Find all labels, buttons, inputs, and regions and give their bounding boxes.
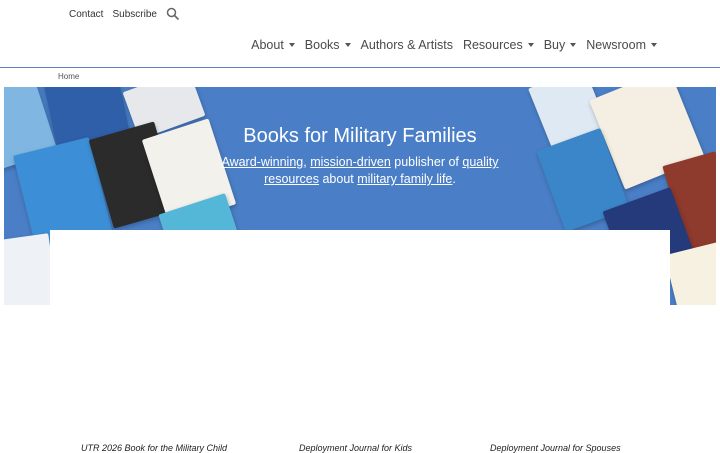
- hero-title: Books for Military Families: [243, 125, 477, 147]
- chevron-down-icon: [527, 43, 534, 47]
- nav-books-label: Books: [304, 38, 340, 52]
- search-icon[interactable]: [166, 7, 180, 21]
- about-text: about: [319, 172, 358, 186]
- hero-subtitle: Award-winning, mission-driven publisher …: [210, 154, 510, 188]
- comma-text: ,: [303, 155, 307, 169]
- award-winning-link[interactable]: Award-winning: [221, 155, 303, 169]
- nav-authors[interactable]: Authors & Artists: [361, 38, 453, 52]
- nav-resources-label: Resources: [462, 38, 523, 52]
- chevron-down-icon: [344, 43, 351, 47]
- chevron-down-icon: [288, 43, 295, 47]
- product-caption[interactable]: Deployment Journal for Kids: [299, 443, 412, 453]
- nav-about[interactable]: About: [251, 38, 295, 52]
- nav-books[interactable]: Books: [305, 38, 351, 52]
- period-text: .: [452, 172, 456, 186]
- nav-about-label: About: [251, 38, 284, 52]
- product-caption[interactable]: Deployment Journal for Spouses: [490, 443, 621, 453]
- contact-link[interactable]: Contact: [69, 9, 103, 20]
- header-divider: [0, 67, 720, 68]
- nav-buy-label: Buy: [543, 38, 566, 52]
- nav-buy[interactable]: Buy: [544, 38, 577, 52]
- breadcrumb-home[interactable]: Home: [58, 72, 79, 81]
- publisher-text: publisher of: [390, 155, 463, 169]
- chevron-down-icon: [570, 43, 577, 47]
- mission-driven-link[interactable]: mission-driven: [310, 155, 391, 169]
- main-nav: About Books Authors & Artists Resources …: [251, 38, 657, 52]
- product-caption[interactable]: UTR 2026 Book for the Military Child: [81, 443, 227, 453]
- military-family-life-link[interactable]: military family life: [357, 172, 452, 186]
- nav-newsroom-label: Newsroom: [586, 38, 646, 52]
- content-panel: [50, 230, 670, 310]
- chevron-down-icon: [651, 43, 657, 47]
- nav-newsroom[interactable]: Newsroom: [586, 38, 657, 52]
- site-header: Contact Subscribe About Books Authors & …: [0, 0, 720, 68]
- utility-nav: Contact Subscribe: [69, 7, 180, 21]
- breadcrumb: Home: [58, 72, 79, 81]
- subscribe-link[interactable]: Subscribe: [112, 9, 156, 20]
- nav-authors-label: Authors & Artists: [360, 38, 453, 52]
- nav-resources[interactable]: Resources: [463, 38, 534, 52]
